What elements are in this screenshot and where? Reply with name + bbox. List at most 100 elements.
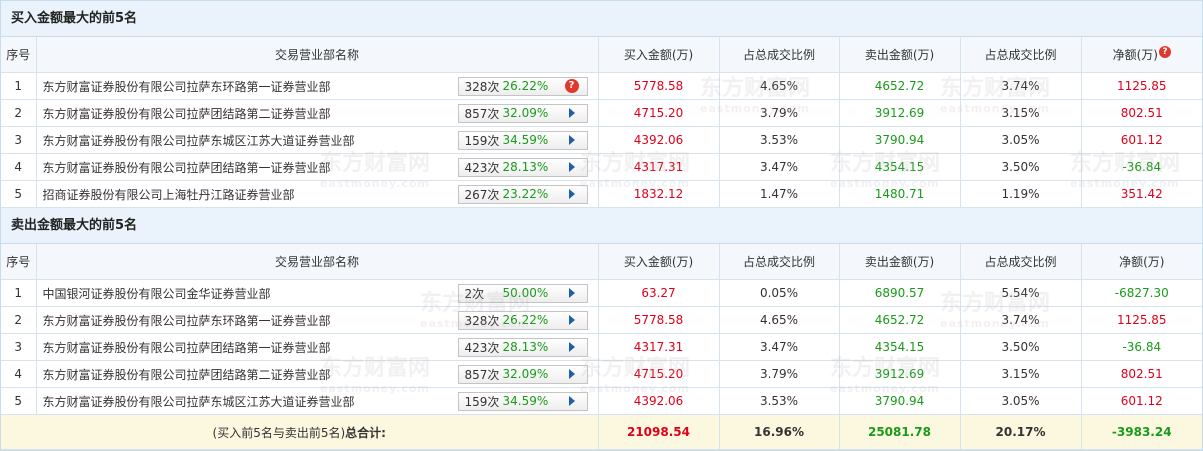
question-icon[interactable]: ? [564, 79, 579, 93]
total-label: (买入前5名与卖出前5名)总合计: [1, 414, 599, 450]
sell-ratio: 3.50% [960, 153, 1082, 181]
branch-name-link[interactable]: 东方财富证券股份有限公司拉萨东环路第一证券营业部 [43, 78, 331, 95]
branch-stats-pill[interactable]: 159次 34.59% [457, 391, 588, 411]
buy-table-row: 3 东方财富证券股份有限公司拉萨东城区江苏大道证券营业部 159次 34.59% 439… [1, 126, 1202, 154]
arrow-right-icon[interactable] [565, 313, 579, 327]
sell-ratio: 3.15% [960, 360, 1082, 388]
question-icon[interactable]: ? [1158, 45, 1171, 58]
arrow-right-icon[interactable] [565, 187, 579, 201]
listing-count: 328次 [464, 313, 500, 328]
branch-stats-pill[interactable]: 267次 23.22% [457, 184, 588, 204]
col-header-net-amount: 净额(万) ? [1081, 37, 1202, 73]
branch-name-link[interactable]: 东方财富证券股份有限公司拉萨东城区江苏大道证券营业部 [43, 132, 355, 149]
win-rate: 26.22% [502, 313, 549, 327]
listing-count: 159次 [464, 133, 500, 148]
sell-ratio: 1.19% [960, 180, 1082, 208]
sell-amount: 3790.94 [839, 387, 961, 415]
sell-amount: 3912.69 [839, 99, 961, 127]
branch-stats-pill[interactable]: 328次 26.22%? [457, 76, 588, 96]
buy-ratio: 3.53% [719, 126, 840, 154]
col-header-branch-name: 交易营业部名称 [36, 37, 599, 73]
sell-amount: 6890.57 [839, 279, 961, 307]
sell-amount: 3912.69 [839, 360, 961, 388]
arrow-right-icon[interactable] [565, 160, 579, 174]
col-header-sell-amount: 卖出金额(万) [839, 244, 961, 280]
net-amount: 1125.85 [1081, 306, 1202, 334]
sell-table-row: 2 东方财富证券股份有限公司拉萨东环路第一证券营业部 328次 26.22% 5778.… [1, 306, 1202, 334]
buy-amount: 5778.58 [598, 72, 720, 100]
win-rate: 26.22% [502, 79, 549, 93]
col-header-buy-ratio: 占总成交比例 [719, 244, 840, 280]
net-amount: -36.84 [1081, 333, 1202, 361]
buy-table-row: 1 东方财富证券股份有限公司拉萨东环路第一证券营业部 328次 26.22%? 5778… [1, 72, 1202, 100]
col-header-net-amount: 净额(万) [1081, 244, 1202, 280]
win-rate: 32.09% [502, 106, 549, 120]
sell-amount: 3790.94 [839, 126, 961, 154]
branch-name-link[interactable]: 中国银河证券股份有限公司金华证券营业部 [43, 285, 271, 302]
branch-name-link[interactable]: 东方财富证券股份有限公司拉萨团结路第二证券营业部 [43, 366, 331, 383]
arrow-right-icon[interactable] [565, 394, 579, 408]
buy-amount: 4392.06 [598, 126, 720, 154]
listing-count: 328次 [464, 79, 500, 94]
row-index: 5 [1, 180, 37, 208]
sell-amount: 4652.72 [839, 72, 961, 100]
col-header-buy-ratio: 占总成交比例 [719, 37, 840, 73]
win-rate: 34.59% [502, 133, 549, 147]
buy-ratio: 3.53% [719, 387, 840, 415]
buy-table-row: 4 东方财富证券股份有限公司拉萨团结路第一证券营业部 423次 28.13% 4317.… [1, 153, 1202, 181]
arrow-right-icon[interactable] [565, 340, 579, 354]
branch-name-link[interactable]: 东方财富证券股份有限公司拉萨东城区江苏大道证券营业部 [43, 393, 355, 410]
total-sell-ratio: 20.17% [960, 414, 1082, 450]
listing-count: 423次 [464, 340, 500, 355]
arrow-right-icon[interactable] [565, 133, 579, 147]
branch-name-link[interactable]: 招商证券股份有限公司上海牡丹江路证券营业部 [43, 186, 295, 203]
sell-table-row: 5 东方财富证券股份有限公司拉萨东城区江苏大道证券营业部 159次 34.59% 439… [1, 387, 1202, 415]
branch-name-link[interactable]: 东方财富证券股份有限公司拉萨团结路第二证券营业部 [43, 105, 331, 122]
branch-stats-pill[interactable]: 857次 32.09% [457, 364, 588, 384]
listing-count: 423次 [464, 160, 500, 175]
arrow-right-icon[interactable] [565, 286, 579, 300]
buy-amount: 5778.58 [598, 306, 720, 334]
total-sell-amount: 25081.78 [839, 414, 961, 450]
col-header-sell-amount: 卖出金额(万) [839, 37, 961, 73]
branch-stats-pill[interactable]: 2次 50.00% [457, 283, 588, 303]
listing-count: 2次 [464, 286, 485, 301]
buy-table-header-row: 序号 交易营业部名称 买入金额(万) 占总成交比例 卖出金额(万) 占总成交比例… [1, 37, 1202, 73]
sell-ratio: 5.54% [960, 279, 1082, 307]
branch-name-link[interactable]: 东方财富证券股份有限公司拉萨团结路第一证券营业部 [43, 339, 331, 356]
branch-stats-pill[interactable]: 857次 32.09% [457, 103, 588, 123]
arrow-right-icon[interactable] [565, 367, 579, 381]
row-index: 2 [1, 306, 37, 334]
win-rate: 32.09% [502, 367, 549, 381]
buy-ratio: 4.65% [719, 306, 840, 334]
sell-table-header-row: 序号 交易营业部名称 买入金额(万) 占总成交比例 卖出金额(万) 占总成交比例… [1, 244, 1202, 280]
win-rate: 28.13% [502, 160, 549, 174]
sell-amount: 4652.72 [839, 306, 961, 334]
buy-amount: 4317.31 [598, 153, 720, 181]
buy-top5-table: 序号 交易营业部名称 买入金额(万) 占总成交比例 卖出金额(万) 占总成交比例… [1, 37, 1202, 208]
col-header-index: 序号 [1, 244, 37, 280]
dragon-tiger-board-panel: 买入金额最大的前5名 序号 交易营业部名称 买入金额(万) 占总成交比例 卖出金… [0, 0, 1203, 451]
sell-ratio: 3.74% [960, 306, 1082, 334]
sell-amount: 1480.71 [839, 180, 961, 208]
buy-amount: 4715.20 [598, 360, 720, 388]
sell-table-row: 4 东方财富证券股份有限公司拉萨团结路第二证券营业部 857次 32.09% 4715.… [1, 360, 1202, 388]
win-rate: 50.00% [502, 286, 549, 300]
branch-stats-pill[interactable]: 328次 26.22% [457, 310, 588, 330]
buy-ratio: 3.47% [719, 333, 840, 361]
sell-ratio: 3.15% [960, 99, 1082, 127]
arrow-right-icon[interactable] [565, 106, 579, 120]
listing-count: 857次 [464, 106, 500, 121]
win-rate: 28.13% [502, 340, 549, 354]
total-buy-amount: 21098.54 [598, 414, 720, 450]
branch-stats-pill[interactable]: 159次 34.59% [457, 130, 588, 150]
listing-count: 159次 [464, 394, 500, 409]
branch-name-link[interactable]: 东方财富证券股份有限公司拉萨东环路第一证券营业部 [43, 312, 331, 329]
branch-name-link[interactable]: 东方财富证券股份有限公司拉萨团结路第一证券营业部 [43, 159, 331, 176]
net-amount: 1125.85 [1081, 72, 1202, 100]
buy-ratio: 3.47% [719, 153, 840, 181]
branch-stats-pill[interactable]: 423次 28.13% [457, 337, 588, 357]
sell-table-row: 1 中国银河证券股份有限公司金华证券营业部 2次 50.00% 63.27 0.05% 68… [1, 279, 1202, 307]
branch-stats-pill[interactable]: 423次 28.13% [457, 157, 588, 177]
row-index: 3 [1, 126, 37, 154]
